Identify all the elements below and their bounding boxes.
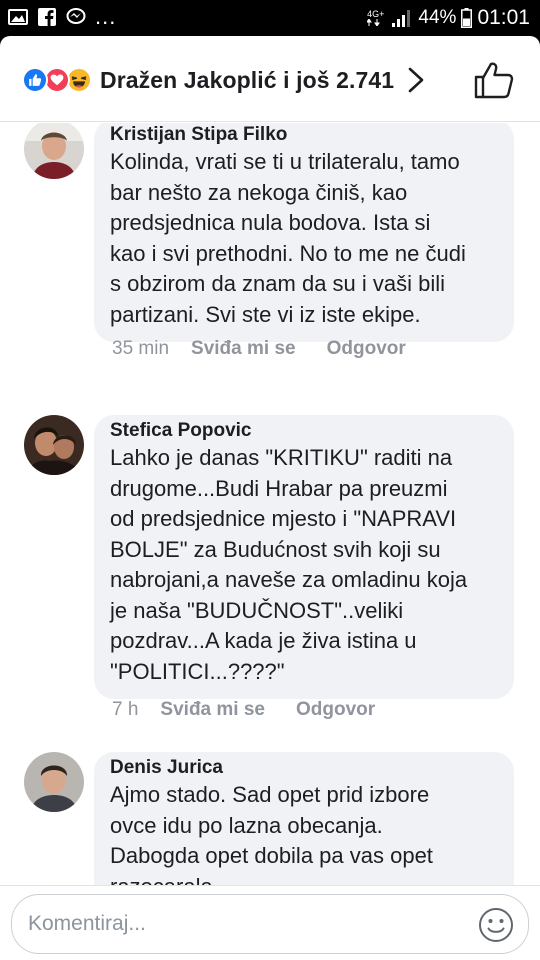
like-icon [22,67,48,93]
comment-bubble[interactable]: Denis Jurica Ajmo stado. Sad opet prid i… [94,752,514,885]
data-arrows-icon [367,19,381,26]
comment-bubble[interactable]: Stefica Popovic Lahko je danas "KRITIKU"… [94,415,514,699]
signal-icon [392,10,411,27]
like-comment-button[interactable]: Sviđa mi se [191,338,296,360]
comment-actions: 7 h Sviđa mi se Odgovor [112,699,375,721]
like-comment-button[interactable]: Sviđa mi se [160,699,265,721]
like-post-icon[interactable] [472,60,516,100]
reply-button[interactable]: Odgovor [327,338,406,360]
avatar[interactable] [24,415,84,475]
reaction-icons [22,67,96,93]
messenger-notification-icon [66,8,86,24]
network-type: 4G+ [367,10,384,26]
comment-author[interactable]: Denis Jurica [110,756,498,780]
chevron-right-icon[interactable] [404,66,428,94]
battery-icon [461,8,473,28]
comment-bubble[interactable]: Kristijan Stipa Filko Kolinda, vrati se … [94,123,514,342]
comment-text: Lahko je danas "KRITIKU" raditi na drugo… [110,445,468,684]
emoji-icon[interactable] [478,907,514,943]
comments-sheet: Dražen Jakoplić i još 2.741 Kristijan St… [0,36,540,960]
comment-text: Kolinda, vrati se ti u trilateralu, tamo… [110,149,466,327]
reactions-header[interactable]: Dražen Jakoplić i još 2.741 [0,36,540,122]
gallery-notification-icon [8,9,28,25]
facebook-notification-icon [38,8,56,26]
comment-author[interactable]: Stefica Popovic [110,419,498,443]
comment-input-container[interactable] [11,894,529,954]
clock: 01:01 [477,6,530,29]
reply-button[interactable]: Odgovor [296,699,375,721]
comment-author[interactable]: Kristijan Stipa Filko [110,123,498,147]
comment-composer [0,885,540,960]
reactors-summary[interactable]: Dražen Jakoplić i još 2.741 [100,67,394,94]
avatar[interactable] [24,752,84,812]
comment-input[interactable] [28,907,468,941]
comments-list[interactable]: Kristijan Stipa Filko Kolinda, vrati se … [0,123,540,885]
comment-time[interactable]: 35 min [112,338,169,360]
comment-text: Ajmo stado. Sad opet prid izbore ovce id… [110,782,433,885]
battery-percent: 44% [418,7,457,28]
comment-actions: 35 min Sviđa mi se Odgovor [112,338,406,360]
more-notifications: ... [95,4,117,29]
status-bar: ... 4G+ 44% 01:01 [0,0,540,36]
avatar[interactable] [24,123,84,179]
comment-time[interactable]: 7 h [112,699,138,721]
